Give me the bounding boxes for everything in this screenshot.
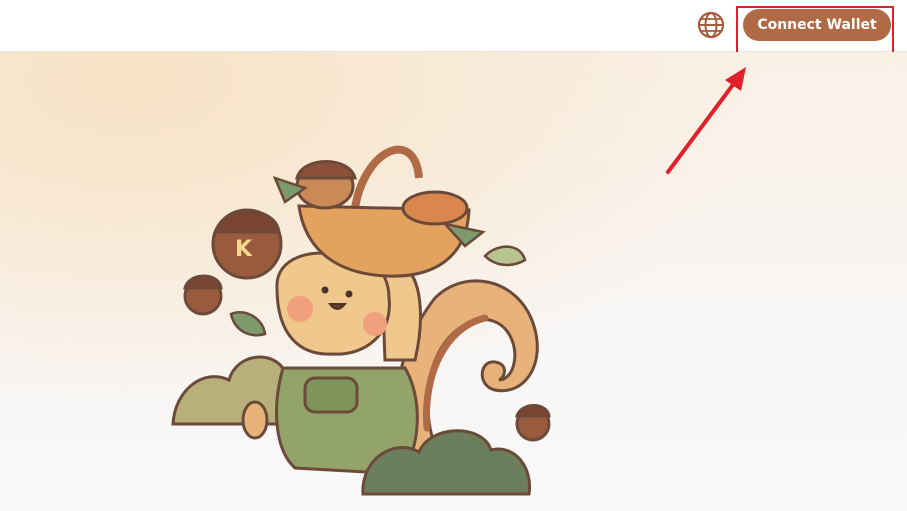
svg-text:K: K [235, 237, 253, 262]
squirrel-illustration: K [171, 145, 551, 496]
globe-icon [697, 11, 725, 39]
top-navigation-bar: Connect Wallet [0, 0, 907, 52]
connect-wallet-button[interactable]: Connect Wallet [743, 9, 891, 41]
acorn-k-badge: K [211, 208, 283, 280]
language-selector-button[interactable] [696, 10, 726, 40]
